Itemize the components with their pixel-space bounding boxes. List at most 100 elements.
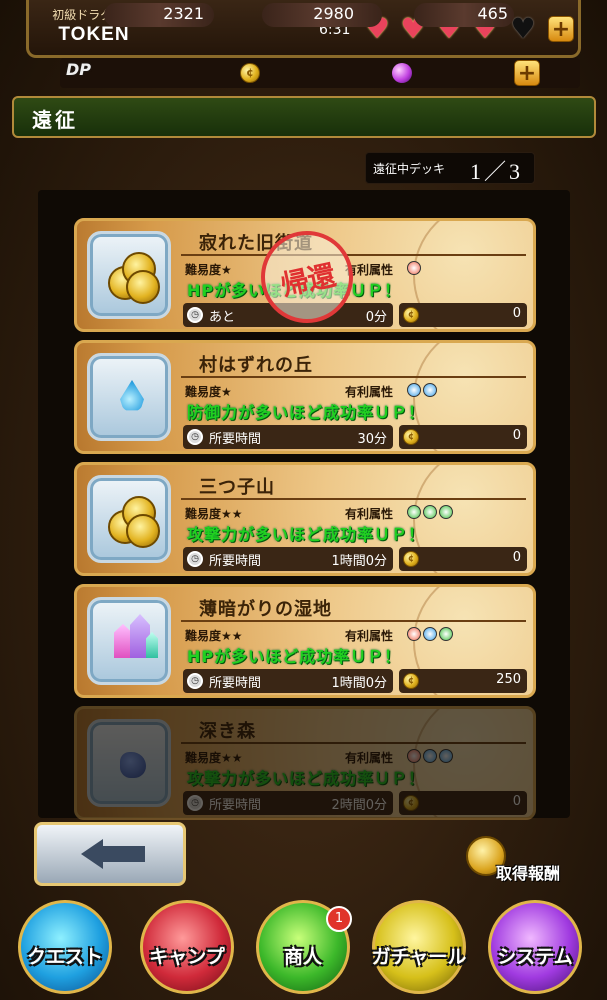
clock-icon: ◷ — [187, 307, 203, 323]
page-title: 遠征 — [32, 108, 78, 132]
back-button[interactable] — [34, 822, 186, 886]
claim-reward-button[interactable]: 取得報酬 — [496, 860, 560, 884]
returned-stamp-text: 帰還 — [277, 258, 338, 303]
time-label: 所要時間 — [209, 676, 262, 691]
deck-counter-label: 遠征中デッキ — [373, 162, 446, 176]
expedition-description: HPが多いほど成功率ＵＰ！ — [187, 647, 402, 666]
divider — [181, 254, 526, 256]
difficulty-stars: ★ — [221, 385, 232, 399]
expedition-icon-frame — [87, 475, 171, 563]
difficulty-label: 難易度 — [185, 751, 222, 765]
time-label: 所要時間 — [209, 432, 262, 447]
time-value: 2時間0分 — [331, 798, 387, 813]
attribute-label: 有利属性 — [345, 385, 394, 399]
nav-quest-button[interactable]: クエスト — [8, 900, 122, 1000]
difficulty: 難易度★ — [185, 261, 232, 278]
reward-value: 250 — [496, 672, 521, 687]
attribute-label: 有利属性 — [345, 629, 394, 643]
water-attribute-icon — [423, 749, 437, 763]
clock-icon: ◷ — [187, 551, 203, 567]
difficulty-stars: ★★ — [221, 629, 243, 643]
clock-icon: ◷ — [187, 429, 203, 445]
divider — [181, 376, 526, 378]
expedition-name: 三つ子山 — [199, 477, 275, 498]
expedition-name: 深き森 — [199, 721, 256, 742]
divider — [181, 498, 526, 500]
coin-icon: ¢ — [403, 795, 419, 811]
nav-gacha-label: ガチャール — [371, 946, 467, 968]
nav-camp-label: キャンプ — [149, 946, 225, 968]
expedition-card[interactable]: 寂れた旧街道 難易度★ 有利属性 HPが多いほど成功率ＵＰ！ ◷ あと 0分 ¢… — [74, 218, 536, 332]
back-arrow-icon — [81, 839, 147, 869]
fire-attribute-icon — [407, 749, 421, 763]
coin-icon: ¢ — [240, 63, 260, 83]
expedition-card[interactable]: 薄暗がりの湿地 難易度★★ 有利属性 HPが多いほど成功率ＵＰ！ ◷ 所要時間 … — [74, 584, 536, 698]
coin-value: 2980 — [313, 4, 354, 23]
expedition-card[interactable]: 三つ子山 難易度★★ 有利属性 攻撃力が多いほど成功率ＵＰ！ ◷ 所要時間 1時… — [74, 462, 536, 576]
nav-camp-button[interactable]: キャンプ — [130, 900, 244, 1000]
difficulty: 難易度★★ — [185, 505, 243, 522]
nav-gacha-button[interactable]: ガチャール — [362, 900, 476, 1000]
expedition-icon-frame — [87, 231, 171, 319]
nav-system-button[interactable]: システム — [478, 900, 592, 1000]
time-label: 所要時間 — [209, 798, 262, 813]
difficulty-label: 難易度 — [185, 385, 222, 399]
difficulty-stars: ★★ — [221, 751, 243, 765]
page-title-bar — [12, 96, 596, 138]
coin-icon: ¢ — [403, 673, 419, 689]
divider — [181, 620, 526, 622]
difficulty: 難易度★★ — [185, 627, 243, 644]
difficulty: 難易度★ — [185, 383, 232, 400]
orb-value: 465 — [477, 4, 508, 23]
wind-attribute-icon — [439, 505, 453, 519]
attribute-label: 有利属性 — [345, 507, 394, 521]
coins-icon — [108, 252, 160, 304]
time-value: 30分 — [357, 432, 387, 447]
fire-attribute-icon — [407, 627, 421, 641]
expedition-icon-frame — [87, 597, 171, 685]
attribute-label: 有利属性 — [345, 751, 394, 765]
nav-system-label: システム — [497, 946, 573, 968]
expedition-icon-frame — [87, 719, 171, 807]
expedition-card[interactable]: 村はずれの丘 難易度★ 有利属性 防御力が多いほど成功率ＵＰ！ ◷ 所要時間 3… — [74, 340, 536, 454]
water-drop-icon — [120, 380, 144, 411]
water-attribute-icon — [423, 627, 437, 641]
resource-bar — [60, 58, 580, 88]
clock-icon: ◷ — [187, 673, 203, 689]
reward-value: 0 — [512, 306, 521, 321]
time-value: 1時間0分 — [331, 676, 387, 691]
difficulty-label: 難易度 — [185, 507, 222, 521]
coin-icon: ¢ — [403, 551, 419, 567]
ore-icon — [120, 752, 146, 778]
expedition-description: 防御力が多いほど成功率ＵＰ！ — [187, 403, 426, 422]
magic-orb-icon — [392, 63, 412, 83]
notification-badge: 1 — [326, 906, 352, 932]
time-label: 所要時間 — [209, 554, 262, 569]
clock-icon: ◷ — [187, 795, 203, 811]
water-attribute-icon — [423, 383, 437, 397]
wind-attribute-icon — [439, 627, 453, 641]
difficulty: 難易度★★ — [185, 749, 243, 766]
add-orb-button[interactable]: + — [514, 60, 540, 86]
reward-value: 0 — [512, 428, 521, 443]
wind-attribute-icon — [407, 505, 421, 519]
add-stamina-button[interactable]: + — [548, 16, 574, 42]
difficulty-stars: ★★ — [221, 507, 243, 521]
expedition-name: 薄暗がりの湿地 — [199, 599, 332, 620]
time-label: あと — [209, 310, 236, 325]
coins-icon — [108, 496, 160, 548]
difficulty-label: 難易度 — [185, 263, 222, 277]
dp-icon: DP — [66, 60, 92, 79]
reward-value: 0 — [512, 550, 521, 565]
coin-icon: ¢ — [403, 307, 419, 323]
fire-attribute-icon — [407, 261, 421, 275]
expedition-icon-frame — [87, 353, 171, 441]
difficulty-label: 難易度 — [185, 629, 222, 643]
crystal-icon — [110, 614, 158, 666]
wind-attribute-icon — [423, 505, 437, 519]
nav-quest-label: クエスト — [26, 946, 103, 968]
expedition-name: 村はずれの丘 — [199, 355, 313, 376]
difficulty-stars: ★ — [221, 263, 232, 277]
dp-value: 2321 — [163, 4, 204, 23]
player-name: TOKEN — [58, 24, 130, 45]
